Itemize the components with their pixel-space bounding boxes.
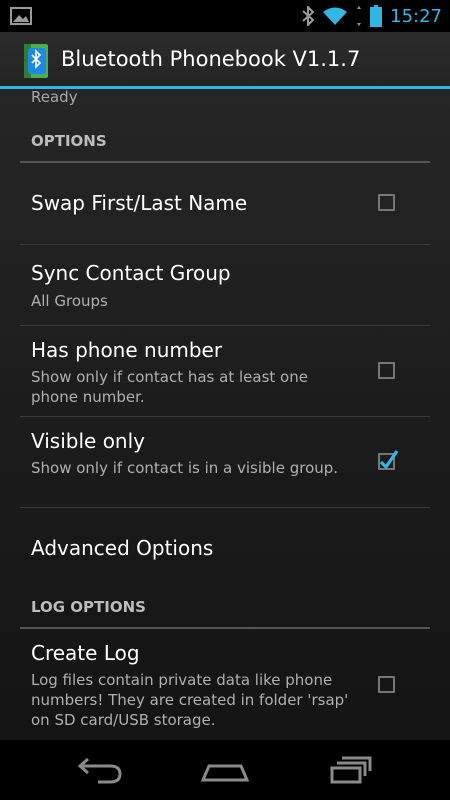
section-header-options: OPTIONS	[20, 123, 430, 163]
pref-title: Advanced Options	[31, 536, 214, 560]
pref-title: Visible only	[31, 429, 145, 453]
clock: 15:27	[390, 5, 442, 27]
pref-sync-contact-group[interactable]: Sync Contact Group All Groups	[20, 244, 430, 326]
visible-only-checkbox[interactable]	[378, 450, 399, 470]
image-notification-icon	[10, 7, 32, 25]
pref-summary: Log files contain private data like phon…	[31, 671, 349, 729]
status-bar: 15:27	[0, 0, 450, 32]
create-log-checkbox[interactable]	[378, 676, 395, 693]
pref-title: Sync Contact Group	[31, 261, 231, 285]
pref-title: Has phone number	[31, 338, 223, 362]
section-header-label: OPTIONS	[31, 132, 107, 150]
wifi-icon	[323, 7, 348, 25]
pref-create-log[interactable]: Create Log Log files contain private dat…	[20, 629, 430, 740]
has-phone-number-checkbox[interactable]	[378, 362, 395, 379]
section-header-log-options: LOG OPTIONS	[20, 589, 430, 629]
section-header-label: LOG OPTIONS	[31, 598, 146, 616]
bluetooth-icon	[302, 6, 315, 26]
battery-icon	[370, 5, 383, 27]
pref-title: Swap First/Last Name	[31, 191, 248, 215]
checkmark-icon	[379, 450, 399, 470]
pref-visible-only[interactable]: Visible only Show only if contact is in …	[20, 416, 430, 508]
home-icon[interactable]	[195, 752, 255, 788]
swap-name-checkbox[interactable]	[378, 194, 395, 211]
pref-advanced-options[interactable]: Advanced Options	[20, 507, 430, 587]
pref-title: Create Log	[31, 641, 140, 665]
pref-summary: All Groups	[31, 292, 108, 310]
back-icon[interactable]	[70, 752, 130, 788]
status-summary: Ready	[31, 89, 78, 106]
pref-swap-name[interactable]: Swap First/Last Name	[20, 163, 430, 245]
navigation-bar	[0, 740, 450, 800]
pref-summary: Show only if contact has at least one ph…	[31, 368, 308, 406]
action-bar: Bluetooth Phonebook V1.1.7	[0, 32, 450, 89]
app-title: Bluetooth Phonebook V1.1.7	[61, 47, 361, 71]
pref-has-phone-number[interactable]: Has phone number Show only if contact ha…	[20, 325, 430, 417]
phonebook-bluetooth-icon[interactable]	[20, 42, 52, 80]
pref-summary: Show only if contact is in a visible gro…	[31, 459, 339, 477]
preferences-list[interactable]: Ready OPTIONS Swap First/Last Name Sync …	[0, 89, 450, 740]
wifi-arrows-icon	[357, 6, 362, 26]
recent-apps-icon[interactable]	[320, 752, 380, 788]
